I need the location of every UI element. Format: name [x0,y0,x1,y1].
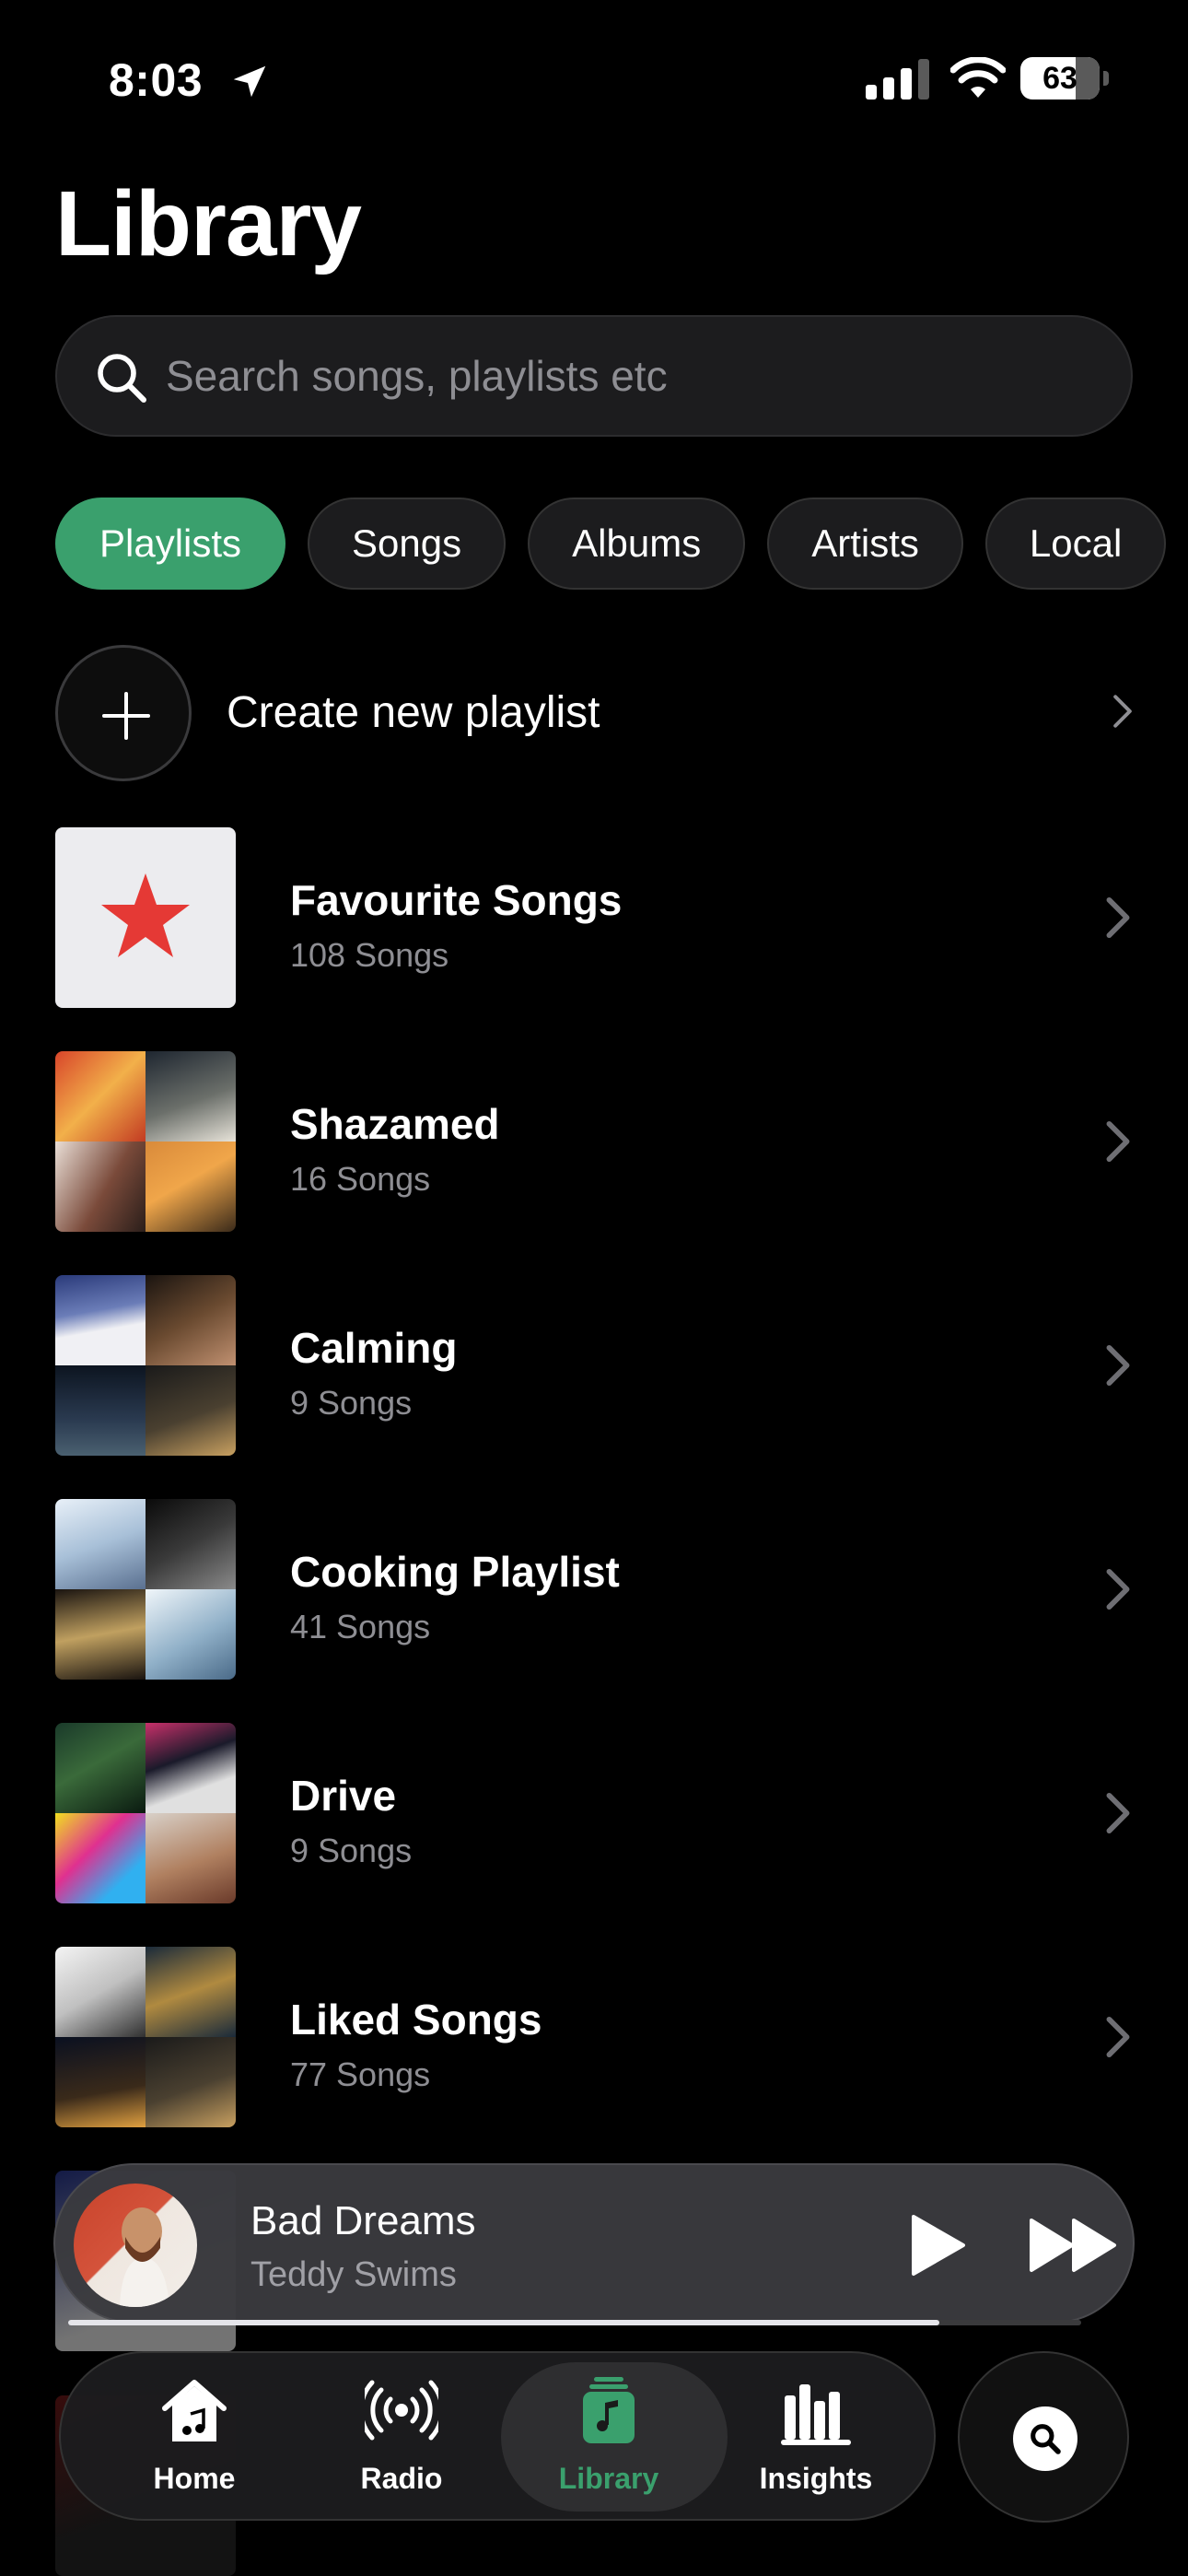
playlist-artwork [55,1947,236,2127]
battery-level: 63 [1042,61,1077,96]
playlist-name: Calming [290,1324,458,1372]
playlist-song-count: 41 Songs [290,1608,431,1645]
radio-icon [365,2380,438,2441]
chevron-right-icon [1106,1568,1130,1610]
tab-insights[interactable]: Insights [710,2353,922,2519]
create-playlist-row[interactable]: Create new playlist [55,645,1133,783]
wifi-icon [950,57,1006,98]
tab-label: Insights [759,2462,873,2495]
chevron-right-icon [1106,1344,1130,1387]
chevron-right-icon [1113,695,1132,728]
insights-icon [781,2384,851,2445]
fast-forward-icon[interactable] [1028,2217,1120,2274]
cellular-signal-icon [866,59,929,100]
search-bar[interactable] [55,315,1133,437]
playlist-row-liked-songs[interactable]: Liked Songs 77 Songs [55,1947,1133,2127]
create-playlist-button[interactable] [55,645,192,781]
playlist-song-count: 77 Songs [290,2055,431,2093]
star-icon [101,873,190,957]
battery-indicator: 63 [1020,57,1109,100]
filter-chips: Playlists Songs Albums Artists Local [55,498,1167,590]
playlist-song-count: 9 Songs [290,1832,413,1869]
playlist-artwork [55,1275,236,1456]
search-icon [1031,2424,1061,2454]
location-arrow-icon [233,65,266,98]
search-input[interactable] [166,317,1087,435]
chip-local[interactable]: Local [984,498,1167,590]
play-icon[interactable] [904,2213,969,2277]
playlist-artwork [55,1499,236,1680]
status-time: 8:03 [109,54,204,106]
playlist-row-shazamed[interactable]: Shazamed 16 Songs [55,1051,1133,1232]
now-playing-artwork [74,2184,197,2307]
chip-playlists[interactable]: Playlists [55,498,286,590]
chevron-right-icon [1106,2016,1130,2058]
tab-label: Home [153,2462,236,2495]
create-playlist-label: Create new playlist [227,688,600,737]
plus-icon [102,692,150,740]
search-fab-button[interactable] [958,2351,1129,2523]
chevron-right-icon [1106,1120,1130,1163]
chevron-right-icon [1106,896,1130,939]
mini-player[interactable]: Bad Dreams Teddy Swims [53,2163,1135,2324]
chip-songs[interactable]: Songs [308,498,507,590]
tab-home[interactable]: Home [88,2353,300,2519]
playlist-artwork [55,1723,236,1903]
playlist-name: Favourite Songs [290,876,623,924]
library-icon [583,2377,635,2443]
chip-albums[interactable]: Albums [528,498,746,590]
chevron-right-icon [1106,1792,1130,1834]
playlist-song-count: 16 Songs [290,1160,431,1198]
playlist-row-calming[interactable]: Calming 9 Songs [55,1275,1133,1456]
tab-label: Radio [360,2462,443,2495]
playlist-artwork [55,827,236,1008]
playlist-row-drive[interactable]: Drive 9 Songs [55,1723,1133,1903]
tab-bar: Home Radio Library Insights [59,2351,936,2521]
page-title: Library [55,172,362,275]
playlist-row-cooking-playlist[interactable]: Cooking Playlist 41 Songs [55,1499,1133,1680]
playback-progress-bar[interactable] [68,2320,1081,2325]
playlist-song-count: 9 Songs [290,1384,413,1422]
playback-progress-fill [68,2320,939,2325]
chip-artists[interactable]: Artists [767,498,963,590]
search-icon [98,354,146,403]
tab-library[interactable]: Library [501,2353,728,2519]
now-playing-artist: Teddy Swims [250,2255,457,2294]
tab-label: Library [558,2462,659,2495]
playlist-name: Liked Songs [290,1996,542,2043]
now-playing-title: Bad Dreams [250,2198,476,2243]
playlist-name: Drive [290,1772,397,1820]
playlist-name: Shazamed [290,1100,500,1148]
playlist-name: Cooking Playlist [290,1548,620,1596]
tab-radio[interactable]: Radio [296,2353,507,2519]
playlist-artwork [55,1051,236,1232]
playlist-row-favourite-songs[interactable]: Favourite Songs 108 Songs [55,827,1133,1008]
playlist-song-count: 108 Songs [290,936,449,974]
home-icon [162,2380,227,2441]
